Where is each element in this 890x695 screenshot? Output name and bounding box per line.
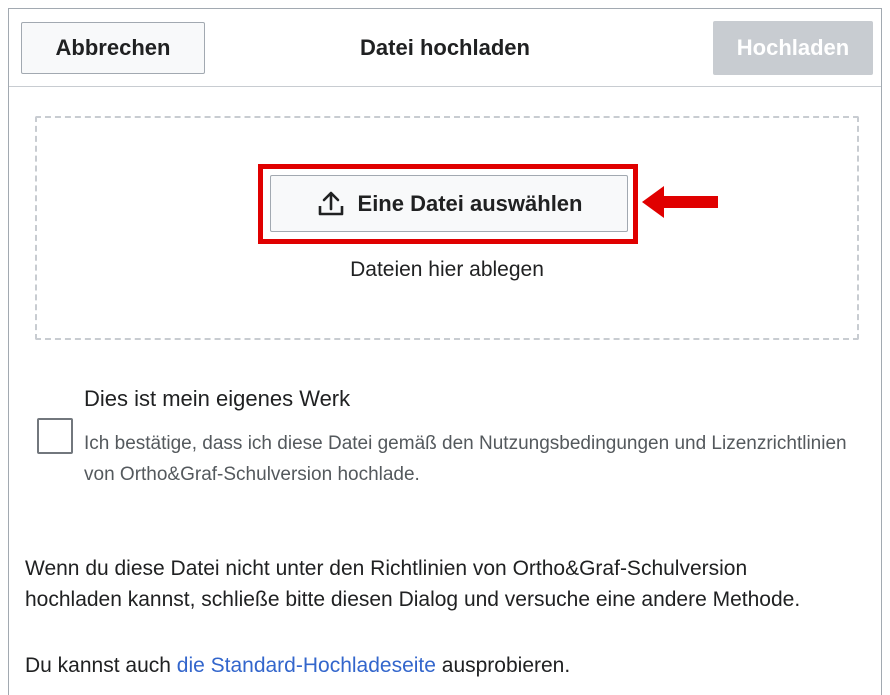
select-file-button[interactable]: Eine Datei auswählen bbox=[270, 175, 628, 232]
upload-icon bbox=[318, 191, 343, 215]
left-arrow-icon bbox=[642, 186, 718, 218]
upload-button[interactable]: Hochladen bbox=[713, 21, 873, 75]
info-prefix: Du kannst auch bbox=[25, 654, 177, 677]
drop-hint-text: Dateien hier ablegen bbox=[350, 258, 544, 281]
own-work-description: Ich bestätige, dass ich diese Datei gemä… bbox=[84, 433, 847, 485]
info-paragraph-2: Du kannst auch die Standard-Hochladeseit… bbox=[25, 650, 845, 681]
select-file-label: Eine Datei auswählen bbox=[357, 190, 583, 216]
own-work-title: Dies ist mein eigenes Werk bbox=[84, 386, 351, 411]
own-work-checkbox[interactable] bbox=[37, 418, 73, 454]
info-suffix: ausprobieren. bbox=[435, 654, 571, 677]
cancel-button[interactable]: Abbrechen bbox=[21, 22, 205, 74]
info-paragraph: Wenn du diese Datei nicht unter den Rich… bbox=[25, 557, 801, 611]
dialog-header: Datei hochladen Abbrechen Hochladen bbox=[9, 9, 881, 87]
standard-upload-link[interactable]: die Standard-Hochladeseite bbox=[177, 654, 436, 677]
